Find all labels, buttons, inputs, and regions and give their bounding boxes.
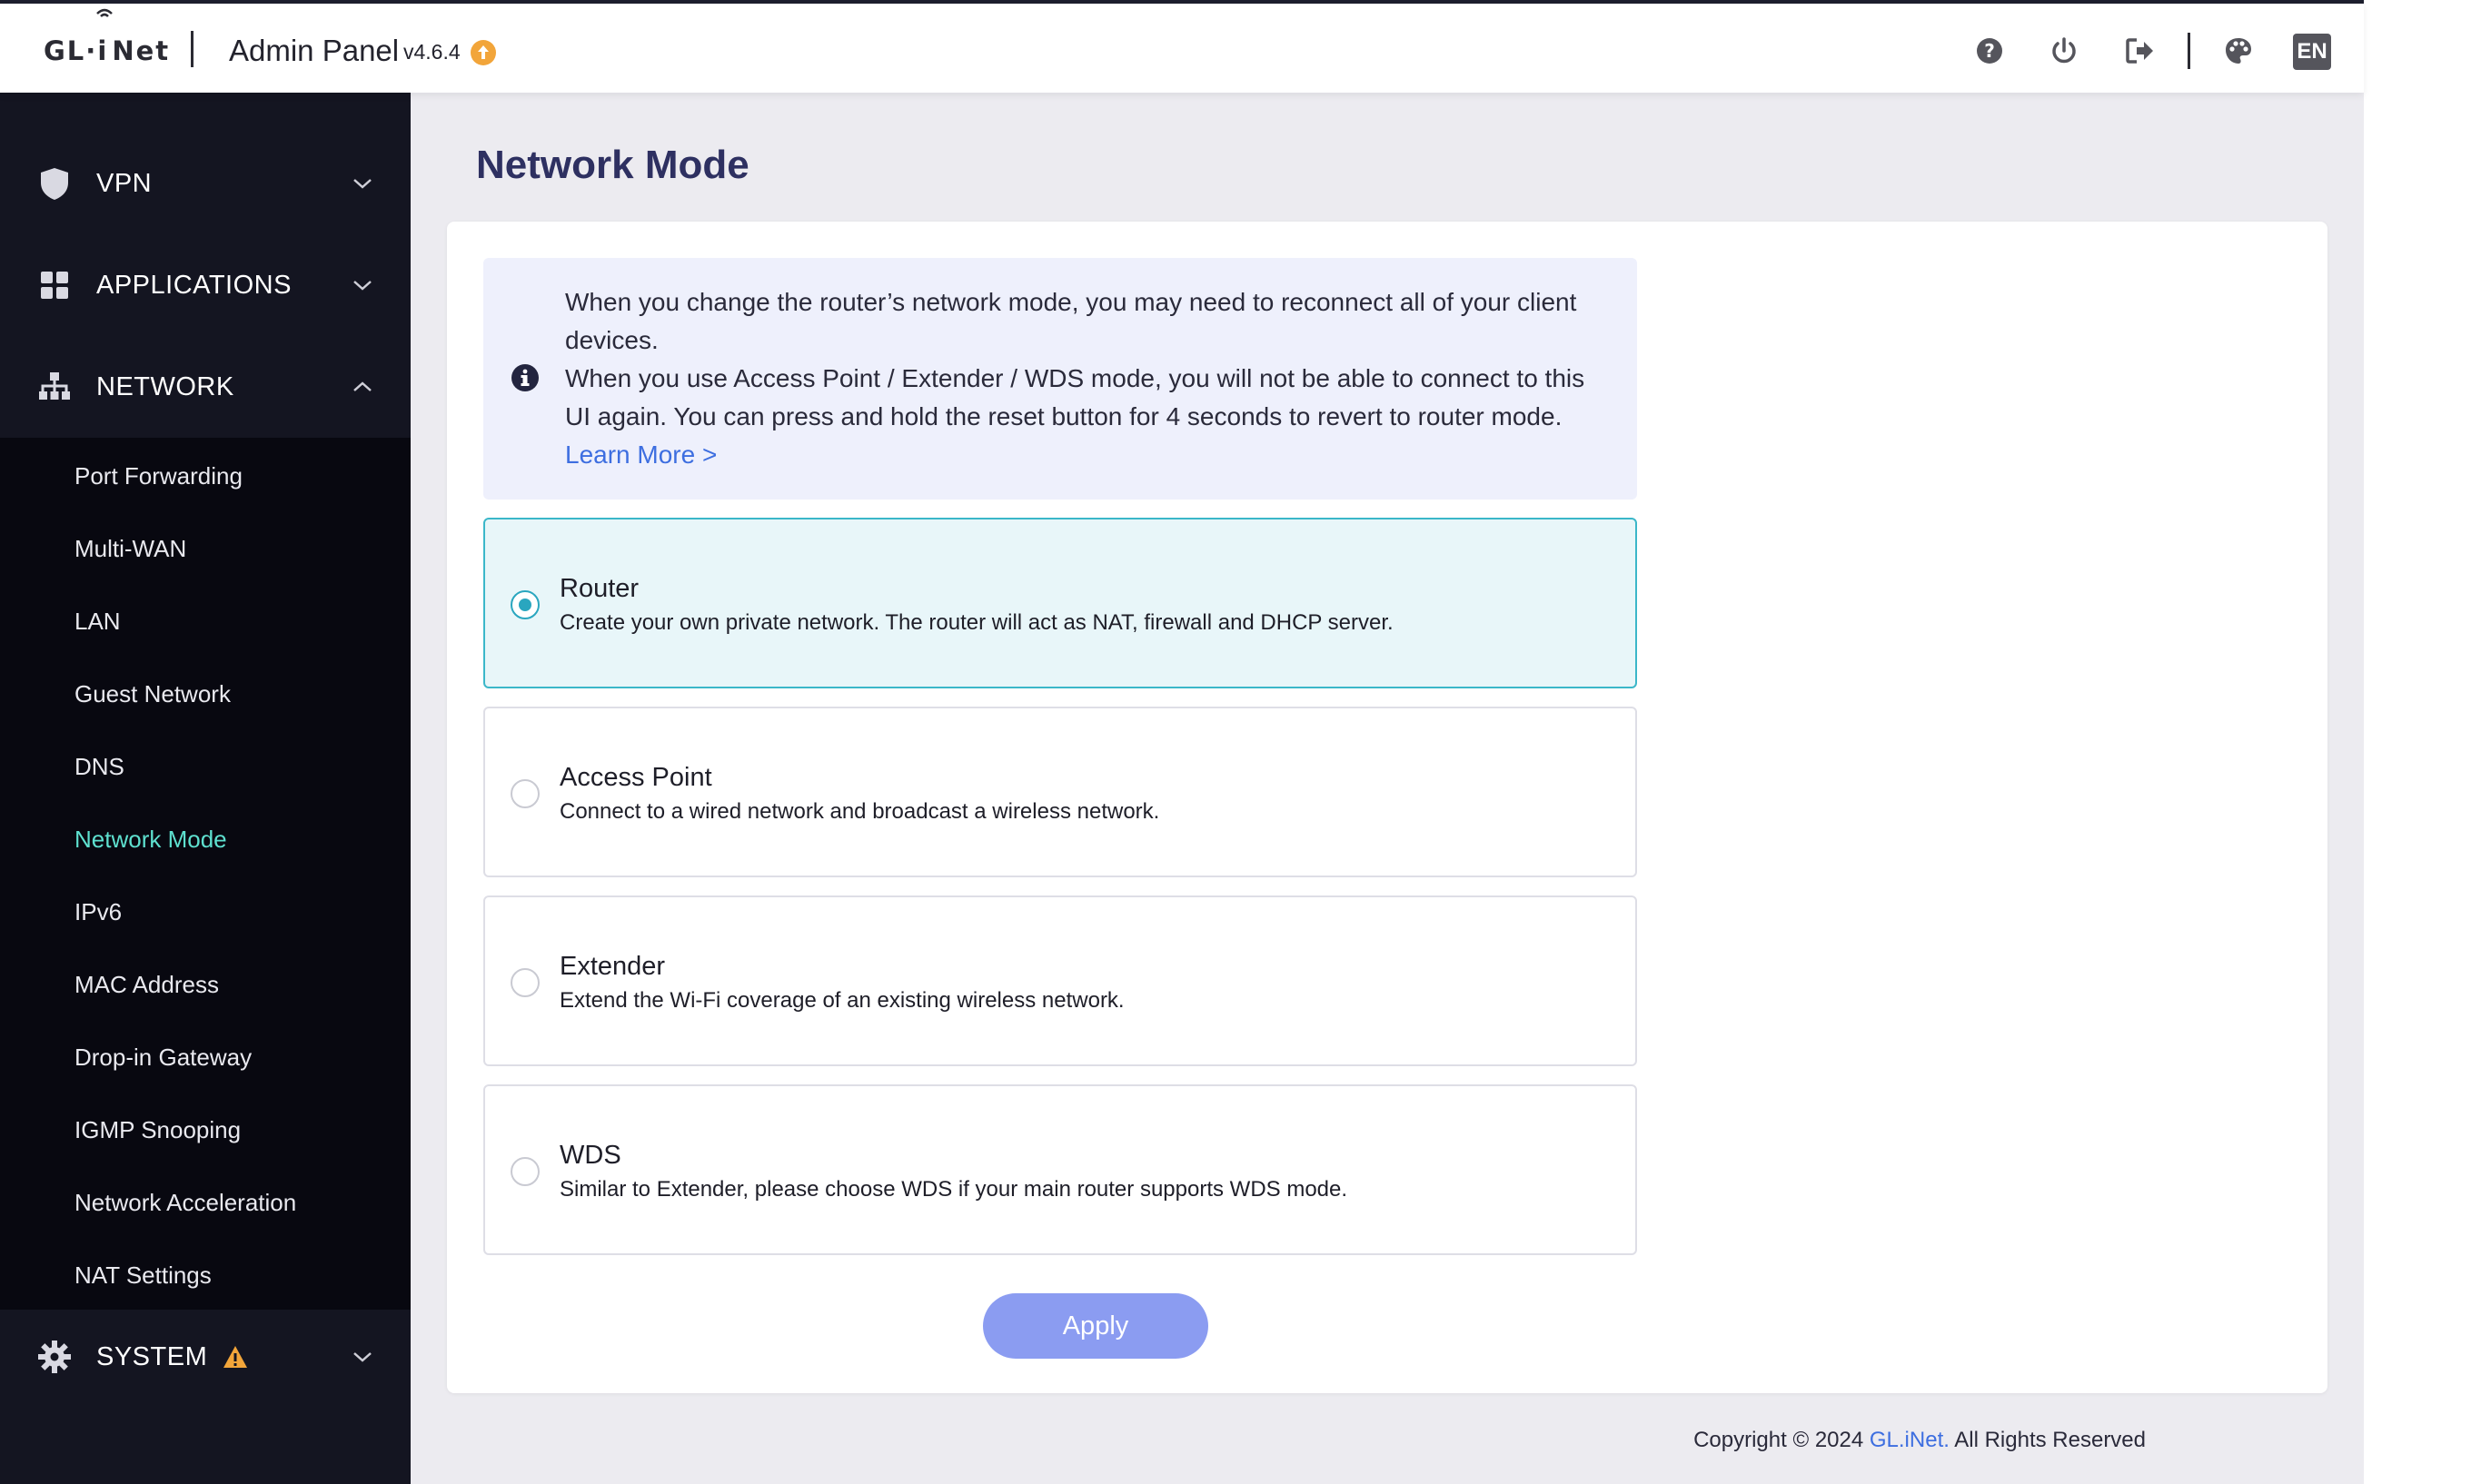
submenu-item-ipv6[interactable]: IPv6: [74, 896, 122, 927]
shield-icon: [36, 165, 73, 202]
notice-line: UI again. You can press and hold the res…: [565, 402, 1563, 430]
admin-panel-title: Admin Panel: [229, 34, 400, 67]
copyright-prefix: Copyright © 2024: [1693, 1428, 1870, 1452]
network-submenu: Port Forwarding Multi-WAN LAN Guest Netw…: [0, 438, 411, 1310]
mode-option-access-point[interactable]: Access Point Connect to a wired network …: [483, 707, 1637, 877]
svg-text:?: ?: [1984, 40, 1995, 62]
submenu-item-network-acceleration[interactable]: Network Acceleration: [74, 1187, 296, 1218]
logout-icon[interactable]: [2124, 35, 2157, 67]
copyright-footer: Copyright © 2024 GL.iNet. All Rights Res…: [1693, 1426, 2146, 1455]
update-available-icon[interactable]: [471, 40, 496, 65]
gl-inet-logo[interactable]: GL· i Net: [44, 8, 171, 71]
chevron-down-icon: [351, 1345, 374, 1369]
mode-option-router[interactable]: Router Create your own private network. …: [483, 518, 1637, 688]
mode-description: Similar to Extender, please choose WDS i…: [560, 1177, 1348, 1202]
sidebar-item-label: SYSTEM: [96, 1341, 208, 1371]
mode-option-extender[interactable]: Extender Extend the Wi-Fi coverage of an…: [483, 895, 1637, 1066]
mode-description: Extend the Wi-Fi coverage of an existing…: [560, 988, 1125, 1013]
window-margin: [2364, 0, 2491, 1484]
radio-button[interactable]: [511, 1157, 540, 1186]
mode-title: WDS: [560, 1141, 621, 1170]
mode-title: Access Point: [560, 763, 712, 792]
submenu-item-lan[interactable]: LAN: [74, 606, 121, 637]
sidebar-item-label: NETWORK: [96, 371, 234, 401]
submenu-item-mac-address[interactable]: MAC Address: [74, 969, 219, 1000]
apps-grid-icon: [36, 267, 73, 303]
notice-line: devices.: [565, 326, 659, 354]
mode-option-wds[interactable]: WDS Similar to Extender, please choose W…: [483, 1084, 1637, 1255]
learn-more-link[interactable]: Learn More >: [565, 436, 1619, 474]
submenu-item-guest-network[interactable]: Guest Network: [74, 678, 231, 709]
sidebar-item-label: APPLICATIONS: [96, 270, 292, 300]
top-header: GL· i Net Admin Panel v4.6.4 ? EN: [0, 4, 2364, 93]
notice-line: When you use Access Point / Extender / W…: [565, 364, 1585, 392]
network-tree-icon: [36, 369, 73, 405]
sidebar: VPN APPLICATIONS NETWORK Port Forwarding…: [0, 93, 411, 1484]
language-selector[interactable]: EN: [2293, 34, 2331, 70]
submenu-item-network-mode[interactable]: Network Mode: [74, 824, 227, 855]
sidebar-item-applications[interactable]: APPLICATIONS: [0, 234, 411, 336]
sidebar-item-network[interactable]: NETWORK: [0, 336, 411, 438]
radio-button-selected[interactable]: [511, 590, 540, 619]
chevron-down-icon: [351, 273, 374, 297]
apply-button[interactable]: Apply: [983, 1293, 1208, 1359]
gl-inet-link[interactable]: GL.iNet.: [1870, 1428, 1950, 1452]
logo-wifi-i: i: [96, 8, 114, 66]
info-icon: [511, 363, 540, 392]
mode-title: Router: [560, 574, 640, 603]
submenu-item-multi-wan[interactable]: Multi-WAN: [74, 533, 186, 564]
firmware-version: v4.6.4: [403, 40, 461, 64]
logo-text-left: GL·: [44, 35, 98, 66]
network-mode-card: When you change the router’s network mod…: [447, 222, 2327, 1393]
mode-title: Extender: [560, 952, 666, 981]
warning-icon: [222, 1344, 249, 1370]
chevron-down-icon: [351, 172, 374, 195]
submenu-item-drop-in-gateway[interactable]: Drop-in Gateway: [74, 1042, 252, 1073]
notice-line: When you change the router’s network mod…: [565, 288, 1577, 316]
page-title: Network Mode: [476, 143, 749, 187]
submenu-item-port-forwarding[interactable]: Port Forwarding: [74, 460, 243, 491]
help-icon[interactable]: ?: [1973, 35, 2006, 67]
copyright-suffix: All Rights Reserved: [1949, 1428, 2146, 1452]
notice-text: When you change the router’s network mod…: [565, 283, 1619, 474]
header-icon-separator: [2188, 33, 2190, 69]
radio-button[interactable]: [511, 968, 540, 997]
sidebar-item-vpn[interactable]: VPN: [0, 133, 411, 234]
chevron-up-icon: [351, 375, 374, 399]
main-content: Network Mode When you change the router’…: [411, 93, 2364, 1484]
info-notice: When you change the router’s network mod…: [483, 258, 1637, 500]
sidebar-item-system[interactable]: SYSTEM: [0, 1310, 411, 1404]
mode-description: Create your own private network. The rou…: [560, 610, 1394, 635]
submenu-item-nat-settings[interactable]: NAT Settings: [74, 1260, 212, 1291]
header-divider: [191, 31, 194, 67]
gear-icon: [36, 1339, 73, 1375]
power-icon[interactable]: [2048, 35, 2080, 67]
radio-button[interactable]: [511, 779, 540, 808]
app-root: GL· i Net Admin Panel v4.6.4 ? EN VPN AP…: [0, 0, 2491, 1484]
mode-description: Connect to a wired network and broadcast…: [560, 799, 1160, 824]
logo-text-right: Net: [112, 35, 171, 66]
theme-palette-icon[interactable]: [2222, 35, 2255, 67]
sidebar-item-label: VPN: [96, 168, 153, 198]
submenu-item-dns[interactable]: DNS: [74, 751, 124, 782]
submenu-item-igmp-snooping[interactable]: IGMP Snooping: [74, 1114, 241, 1145]
